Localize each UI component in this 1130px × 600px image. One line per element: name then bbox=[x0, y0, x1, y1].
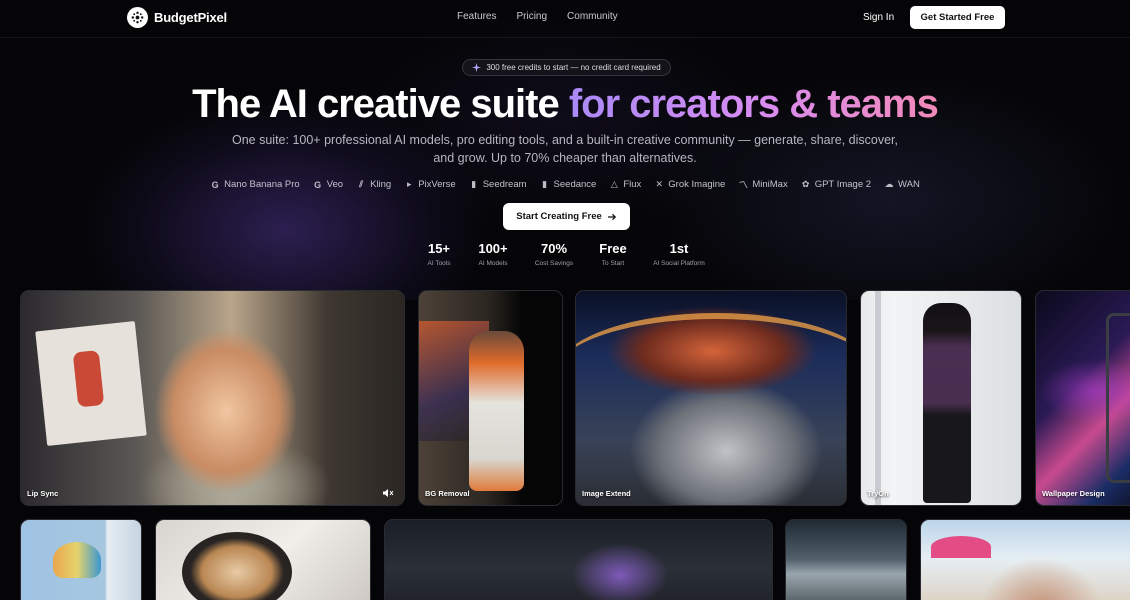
umbrella-shape bbox=[931, 536, 991, 558]
card-label: Wallpaper Design bbox=[1042, 489, 1105, 498]
nav-links: Features Pricing Community bbox=[457, 11, 638, 22]
nav-link-features[interactable]: Features bbox=[457, 11, 496, 22]
google-icon: G bbox=[211, 179, 219, 190]
badge-text: 300 free credits to start — no credit ca… bbox=[486, 63, 661, 72]
gallery-card[interactable] bbox=[384, 519, 773, 600]
bars-icon: ▮ bbox=[542, 179, 548, 189]
model-figure bbox=[923, 303, 971, 503]
headline-plain: The AI creative suite bbox=[192, 82, 560, 126]
pixverse-icon: ▸ bbox=[406, 179, 412, 189]
planet-arc bbox=[576, 313, 846, 433]
free-credits-badge: 300 free credits to start — no credit ca… bbox=[462, 59, 671, 76]
gallery-card[interactable] bbox=[785, 519, 907, 600]
model-item: ✿ GPT Image 2 bbox=[801, 179, 872, 190]
model-item: G Veo bbox=[314, 179, 344, 190]
start-creating-button[interactable]: Start Creating Free bbox=[503, 203, 630, 230]
gallery-card[interactable] bbox=[920, 519, 1130, 600]
openai-icon: ✿ bbox=[801, 179, 810, 189]
gallery-card-image-extend[interactable]: Image Extend bbox=[575, 290, 847, 506]
model-item: ☁ WAN bbox=[884, 179, 920, 190]
nav-link-pricing[interactable]: Pricing bbox=[516, 11, 547, 22]
gallery-card[interactable] bbox=[155, 519, 371, 600]
drawing-paper bbox=[35, 321, 147, 446]
brand-logo[interactable]: BudgetPixel bbox=[127, 7, 227, 28]
stat-label: AI Social Platform bbox=[653, 260, 705, 267]
card-label: Lip Sync bbox=[27, 489, 59, 498]
model-item: ✕ Grok Imagine bbox=[655, 179, 726, 190]
x-icon: ✕ bbox=[655, 179, 664, 189]
top-navigation: BudgetPixel Features Pricing Community S… bbox=[0, 0, 1130, 38]
card-label: Image Extend bbox=[582, 489, 631, 498]
minimax-icon: 〽 bbox=[738, 180, 748, 190]
stat-item: 1st AI Social Platform bbox=[639, 241, 719, 267]
model-list: G Nano Banana Pro G Veo ⫽ Kling ▸ PixVerse ▮… bbox=[0, 179, 1130, 190]
sign-in-link[interactable]: Sign In bbox=[863, 12, 894, 23]
phone-frame bbox=[1106, 313, 1130, 483]
mute-icon[interactable] bbox=[380, 486, 396, 500]
coffee-cup bbox=[182, 532, 292, 600]
model-item: ⫽ Kling bbox=[356, 179, 391, 190]
flux-icon: △ bbox=[610, 179, 618, 189]
card-label: TryOn bbox=[867, 489, 889, 498]
model-item: ▮ Seedream bbox=[469, 179, 526, 190]
google-icon: G bbox=[314, 179, 322, 190]
model-item: 〽 MiniMax bbox=[738, 179, 788, 190]
gallery-card-bg-removal[interactable]: BG Removal bbox=[418, 290, 563, 506]
figure-silhouette bbox=[469, 331, 524, 491]
model-item: G Nano Banana Pro bbox=[211, 179, 300, 190]
hero-subline: One suite: 100+ professional AI models, … bbox=[232, 133, 898, 165]
stat-value: 1st bbox=[669, 241, 689, 256]
door-frame bbox=[875, 291, 881, 505]
model-item: ▸ PixVerse bbox=[404, 179, 456, 190]
model-item: ▮ Seedance bbox=[540, 179, 596, 190]
brand-name: BudgetPixel bbox=[154, 10, 227, 25]
nav-link-community[interactable]: Community bbox=[567, 11, 618, 22]
gallery-card[interactable] bbox=[20, 519, 142, 600]
bars-icon: ▮ bbox=[471, 179, 477, 189]
cloud-icon: ☁ bbox=[884, 179, 894, 189]
gallery-card-tryon[interactable]: TryOn bbox=[860, 290, 1022, 506]
gallery-card-lip-sync[interactable]: Lip Sync bbox=[20, 290, 405, 506]
sparkle-icon bbox=[472, 63, 482, 72]
kling-icon: ⫽ bbox=[359, 179, 364, 189]
arrow-right-icon bbox=[607, 213, 616, 220]
hero-headline: The AI creative suite for creators & tea… bbox=[0, 80, 1130, 128]
model-item: △ Flux bbox=[610, 179, 642, 190]
gallery-card-wallpaper-design[interactable]: Wallpaper Design bbox=[1035, 290, 1130, 506]
start-creating-label: Start Creating Free bbox=[516, 211, 602, 222]
headline-accent: for creators & teams bbox=[568, 82, 939, 126]
balloon-shape bbox=[53, 542, 101, 578]
brand-logo-icon bbox=[127, 7, 148, 28]
card-label: BG Removal bbox=[425, 489, 470, 498]
get-started-button[interactable]: Get Started Free bbox=[910, 6, 1005, 29]
